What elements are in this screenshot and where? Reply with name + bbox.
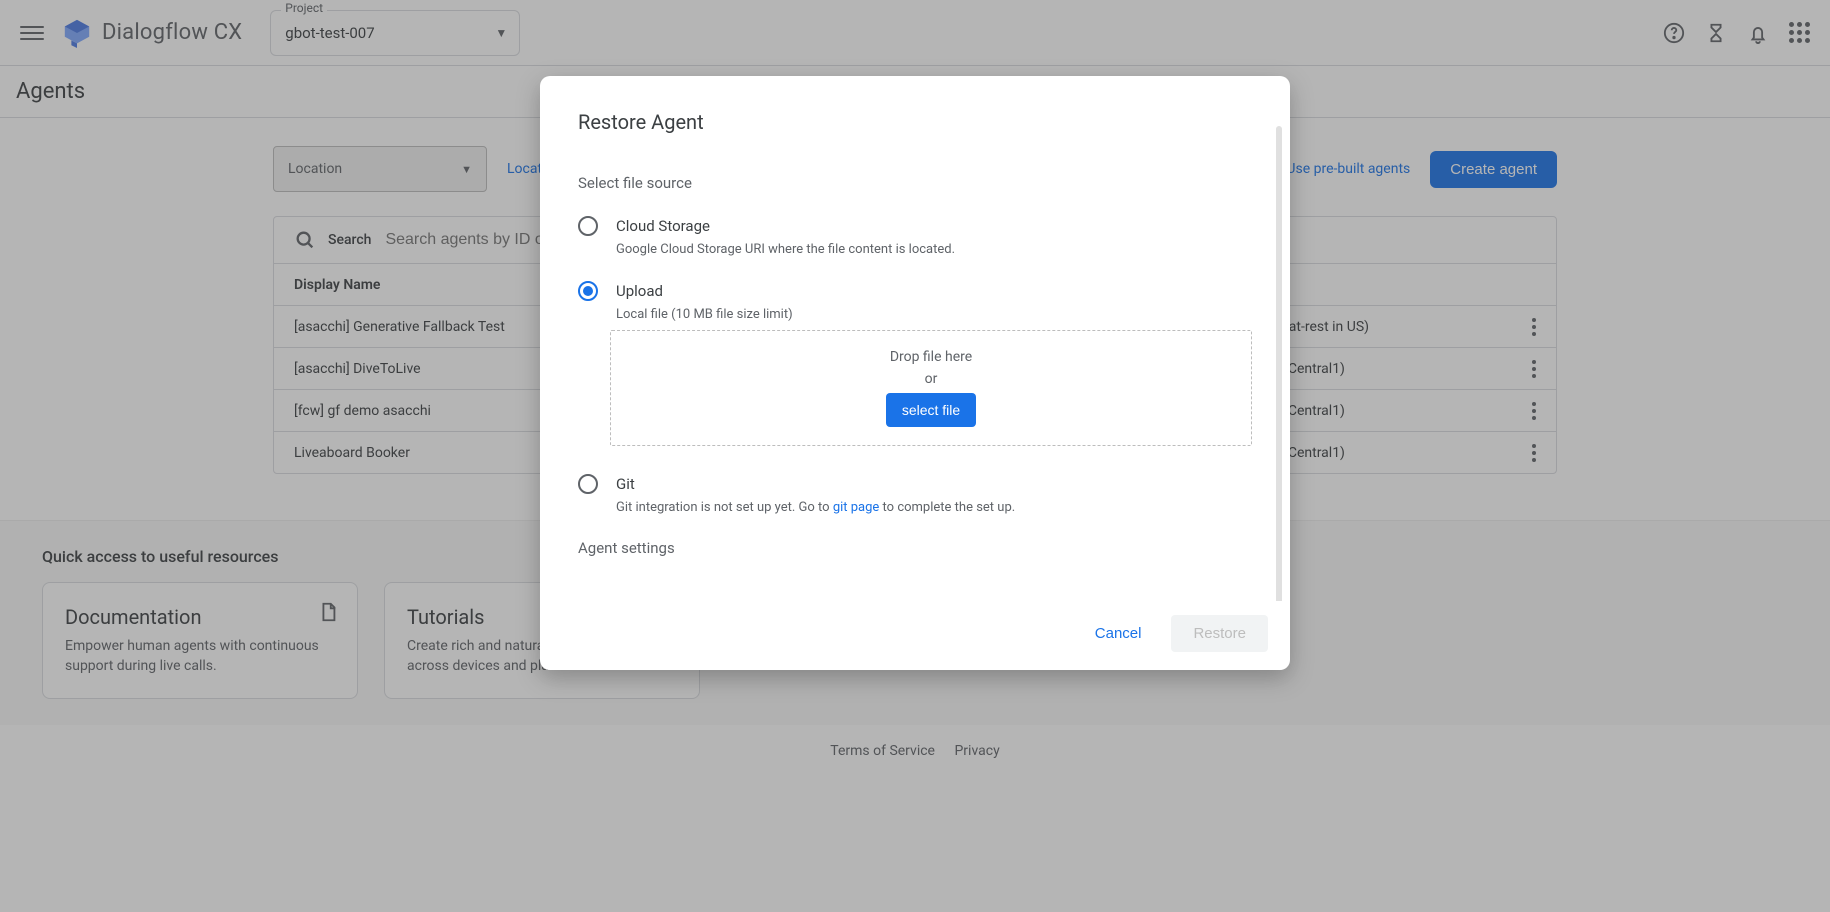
file-dropzone[interactable]: Drop file here or select file <box>610 330 1252 446</box>
section-agent-settings: Agent settings <box>578 539 1252 557</box>
radio-icon <box>578 474 598 494</box>
radio-git[interactable]: Git <box>578 474 1252 494</box>
drop-text: Drop file here <box>890 349 972 365</box>
radio-upload[interactable]: Upload <box>578 281 1252 301</box>
git-page-link[interactable]: git page <box>833 500 880 515</box>
select-file-button[interactable]: select file <box>886 393 976 427</box>
radio-label: Cloud Storage <box>616 217 710 235</box>
radio-icon <box>578 281 598 301</box>
radio-desc: Google Cloud Storage URI where the file … <box>616 242 1252 257</box>
modal-title: Restore Agent <box>578 110 1252 134</box>
radio-icon <box>578 216 598 236</box>
radio-desc: Local file (10 MB file size limit) <box>616 307 1252 322</box>
modal-footer: Cancel Restore <box>540 601 1290 670</box>
scrollbar[interactable] <box>1276 126 1282 601</box>
or-text: or <box>925 371 938 387</box>
section-file-source: Select file source <box>578 174 1252 192</box>
radio-label: Upload <box>616 282 663 300</box>
radio-cloud-storage[interactable]: Cloud Storage <box>578 216 1252 236</box>
radio-label: Git <box>616 475 635 493</box>
cancel-button[interactable]: Cancel <box>1079 615 1158 652</box>
restore-button[interactable]: Restore <box>1171 615 1268 652</box>
radio-desc: Git integration is not set up yet. Go to… <box>616 500 1252 515</box>
restore-agent-dialog: Restore Agent Select file source Cloud S… <box>540 76 1290 670</box>
modal-scrim[interactable]: Restore Agent Select file source Cloud S… <box>0 0 1830 912</box>
